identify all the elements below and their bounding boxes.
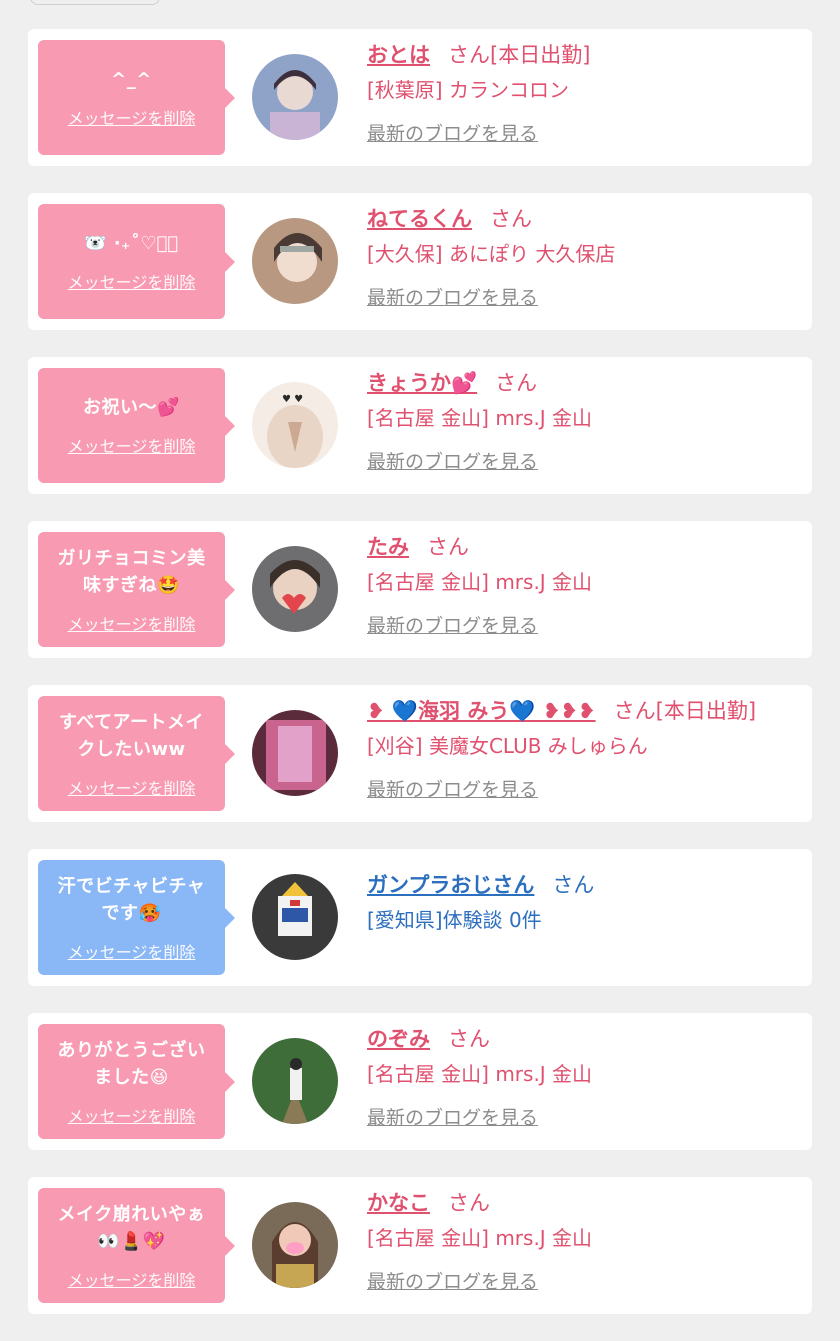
- message-text: 汗でビチャビチャ です🥵: [57, 875, 206, 924]
- message-card: メイク崩れいやぁ 👀💄💖 メッセージを削除 かなこ さん [名古屋 金山] mrs.…: [28, 1177, 812, 1314]
- user-name-link[interactable]: おとは: [367, 43, 430, 67]
- shop-info: [大久保] あにぽり 大久保店: [367, 242, 616, 266]
- avatar[interactable]: [252, 54, 338, 140]
- user-info: おとは さん[本日出勤] [秋葉原] カランコロン 最新のブログを見る: [367, 39, 802, 146]
- user-name-link[interactable]: ガンプラおじさん: [367, 873, 534, 897]
- review-count: [愛知県]体験談 0件: [367, 908, 542, 932]
- user-name-link[interactable]: ❥ 💙海羽 みう💙 ❥❥❥: [367, 699, 596, 723]
- latest-blog-link[interactable]: 最新のブログを見る: [367, 1267, 538, 1294]
- user-name-link[interactable]: かなこ: [367, 1191, 430, 1215]
- name-suffix: さん: [427, 535, 469, 559]
- shop-info: [名古屋 金山] mrs.J 金山: [367, 406, 593, 430]
- name-suffix: さん[本日出勤]: [448, 43, 591, 67]
- user-info: ❥ 💙海羽 みう💙 ❥❥❥ さん[本日出勤] [刈谷] 美魔女CLUB みしゅらん…: [367, 695, 802, 802]
- name-suffix: さん: [552, 873, 595, 897]
- name-suffix: さん: [448, 1027, 490, 1051]
- message-card: ありがとうござい ました😆 メッセージを削除 のぞみ さん [名古屋 金山] mrs…: [28, 1013, 812, 1150]
- top-strip: [0, 0, 840, 26]
- avatar[interactable]: [252, 710, 338, 796]
- delete-message-link[interactable]: メッセージを削除: [68, 775, 196, 799]
- message-card: すべてアートメイ クしたいww メッセージを削除 ❥ 💙海羽 みう💙 ❥❥❥ さん[…: [28, 685, 812, 822]
- user-info: かなこ さん [名古屋 金山] mrs.J 金山 最新のブログを見る: [367, 1187, 802, 1294]
- message-bubble: ガリチョコミン美 味すぎね🤩 メッセージを削除: [38, 532, 235, 647]
- latest-blog-link[interactable]: 最新のブログを見る: [367, 775, 538, 802]
- message-list: ^_^ メッセージを削除 おとは さん[本日出勤] [秋葉原] カランコロン 最新…: [28, 29, 812, 1341]
- shop-info: [名古屋 金山] mrs.J 金山: [367, 1062, 593, 1086]
- shop-info: [名古屋 金山] mrs.J 金山: [367, 1226, 593, 1250]
- latest-blog-link[interactable]: 最新のブログを見る: [367, 1103, 538, 1130]
- previous-section-edge: [30, 0, 160, 5]
- message-bubble: メイク崩れいやぁ 👀💄💖 メッセージを削除: [38, 1188, 235, 1303]
- latest-blog-link[interactable]: 最新のブログを見る: [367, 119, 538, 146]
- message-text: ありがとうござい ました😆: [57, 1039, 206, 1088]
- message-bubble: 🐻‍❄️ ‧₊˚♡ྀི メッセージを削除: [38, 204, 235, 319]
- avatar[interactable]: [252, 546, 338, 632]
- user-info: ガンプラおじさん さん [愛知県]体験談 0件: [367, 869, 802, 936]
- avatar[interactable]: [252, 1038, 338, 1124]
- delete-message-link[interactable]: メッセージを削除: [68, 611, 196, 635]
- message-text: ガリチョコミン美 味すぎね🤩: [57, 547, 206, 596]
- user-info: のぞみ さん [名古屋 金山] mrs.J 金山 最新のブログを見る: [367, 1023, 802, 1130]
- message-card: ガリチョコミン美 味すぎね🤩 メッセージを削除 たみ さん [名古屋 金山] mrs…: [28, 521, 812, 658]
- message-bubble: ^_^ メッセージを削除: [38, 40, 235, 155]
- delete-message-link[interactable]: メッセージを削除: [68, 939, 196, 963]
- avatar[interactable]: [252, 874, 338, 960]
- shop-info: [秋葉原] カランコロン: [367, 78, 569, 102]
- delete-message-link[interactable]: メッセージを削除: [68, 105, 196, 129]
- shop-info: [名古屋 金山] mrs.J 金山: [367, 570, 593, 594]
- latest-blog-link[interactable]: 最新のブログを見る: [367, 611, 538, 638]
- avatar[interactable]: [252, 218, 338, 304]
- svg-text:♥ ♥: ♥ ♥: [282, 394, 303, 405]
- message-text: メイク崩れいやぁ 👀💄💖: [57, 1203, 206, 1252]
- name-suffix: さん: [448, 1191, 490, 1215]
- user-name-link[interactable]: たみ: [367, 535, 409, 559]
- latest-blog-link[interactable]: 最新のブログを見る: [367, 283, 538, 310]
- delete-message-link[interactable]: メッセージを削除: [68, 433, 196, 457]
- message-bubble: 汗でビチャビチャ です🥵 メッセージを削除: [38, 860, 235, 975]
- user-info: たみ さん [名古屋 金山] mrs.J 金山 最新のブログを見る: [367, 531, 802, 638]
- name-suffix: さん[本日出勤]: [613, 699, 757, 723]
- avatar[interactable]: [252, 1202, 338, 1288]
- user-info: ねてるくん さん [大久保] あにぽり 大久保店 最新のブログを見る: [367, 203, 802, 310]
- user-name-link[interactable]: のぞみ: [367, 1027, 430, 1051]
- delete-message-link[interactable]: メッセージを削除: [68, 1267, 196, 1291]
- name-suffix: さん: [495, 371, 538, 395]
- message-bubble: お祝い〜💕 メッセージを削除: [38, 368, 235, 483]
- latest-blog-link[interactable]: 最新のブログを見る: [367, 447, 538, 474]
- message-card: お祝い〜💕 メッセージを削除 ♥ ♥ きょうか💕 さん [名古屋 金山] mrs.…: [28, 357, 812, 494]
- message-card: 🐻‍❄️ ‧₊˚♡ྀི メッセージを削除 ねてるくん さん [大久保] あにぽり …: [28, 193, 812, 330]
- delete-message-link[interactable]: メッセージを削除: [68, 269, 196, 293]
- message-bubble: すべてアートメイ クしたいww メッセージを削除: [38, 696, 235, 811]
- message-text: すべてアートメイ クしたいww: [59, 711, 204, 760]
- user-info: きょうか💕 さん [名古屋 金山] mrs.J 金山 最新のブログを見る: [367, 367, 802, 474]
- message-bubble: ありがとうござい ました😆 メッセージを削除: [38, 1024, 235, 1139]
- user-name-link[interactable]: きょうか💕: [367, 371, 477, 395]
- avatar[interactable]: ♥ ♥: [252, 382, 338, 468]
- message-card: ^_^ メッセージを削除 おとは さん[本日出勤] [秋葉原] カランコロン 最新…: [28, 29, 812, 166]
- shop-info: [刈谷] 美魔女CLUB みしゅらん: [367, 734, 648, 758]
- user-name-link[interactable]: ねてるくん: [367, 207, 472, 231]
- delete-message-link[interactable]: メッセージを削除: [68, 1103, 196, 1127]
- message-text: ^_^: [111, 69, 152, 90]
- message-text: お祝い〜💕: [83, 397, 180, 418]
- name-suffix: さん: [490, 207, 532, 231]
- message-card: 汗でビチャビチャ です🥵 メッセージを削除 ガンプラおじさん さん [愛知県]体験談…: [28, 849, 812, 986]
- message-text: 🐻‍❄️ ‧₊˚♡ྀི: [84, 233, 179, 254]
